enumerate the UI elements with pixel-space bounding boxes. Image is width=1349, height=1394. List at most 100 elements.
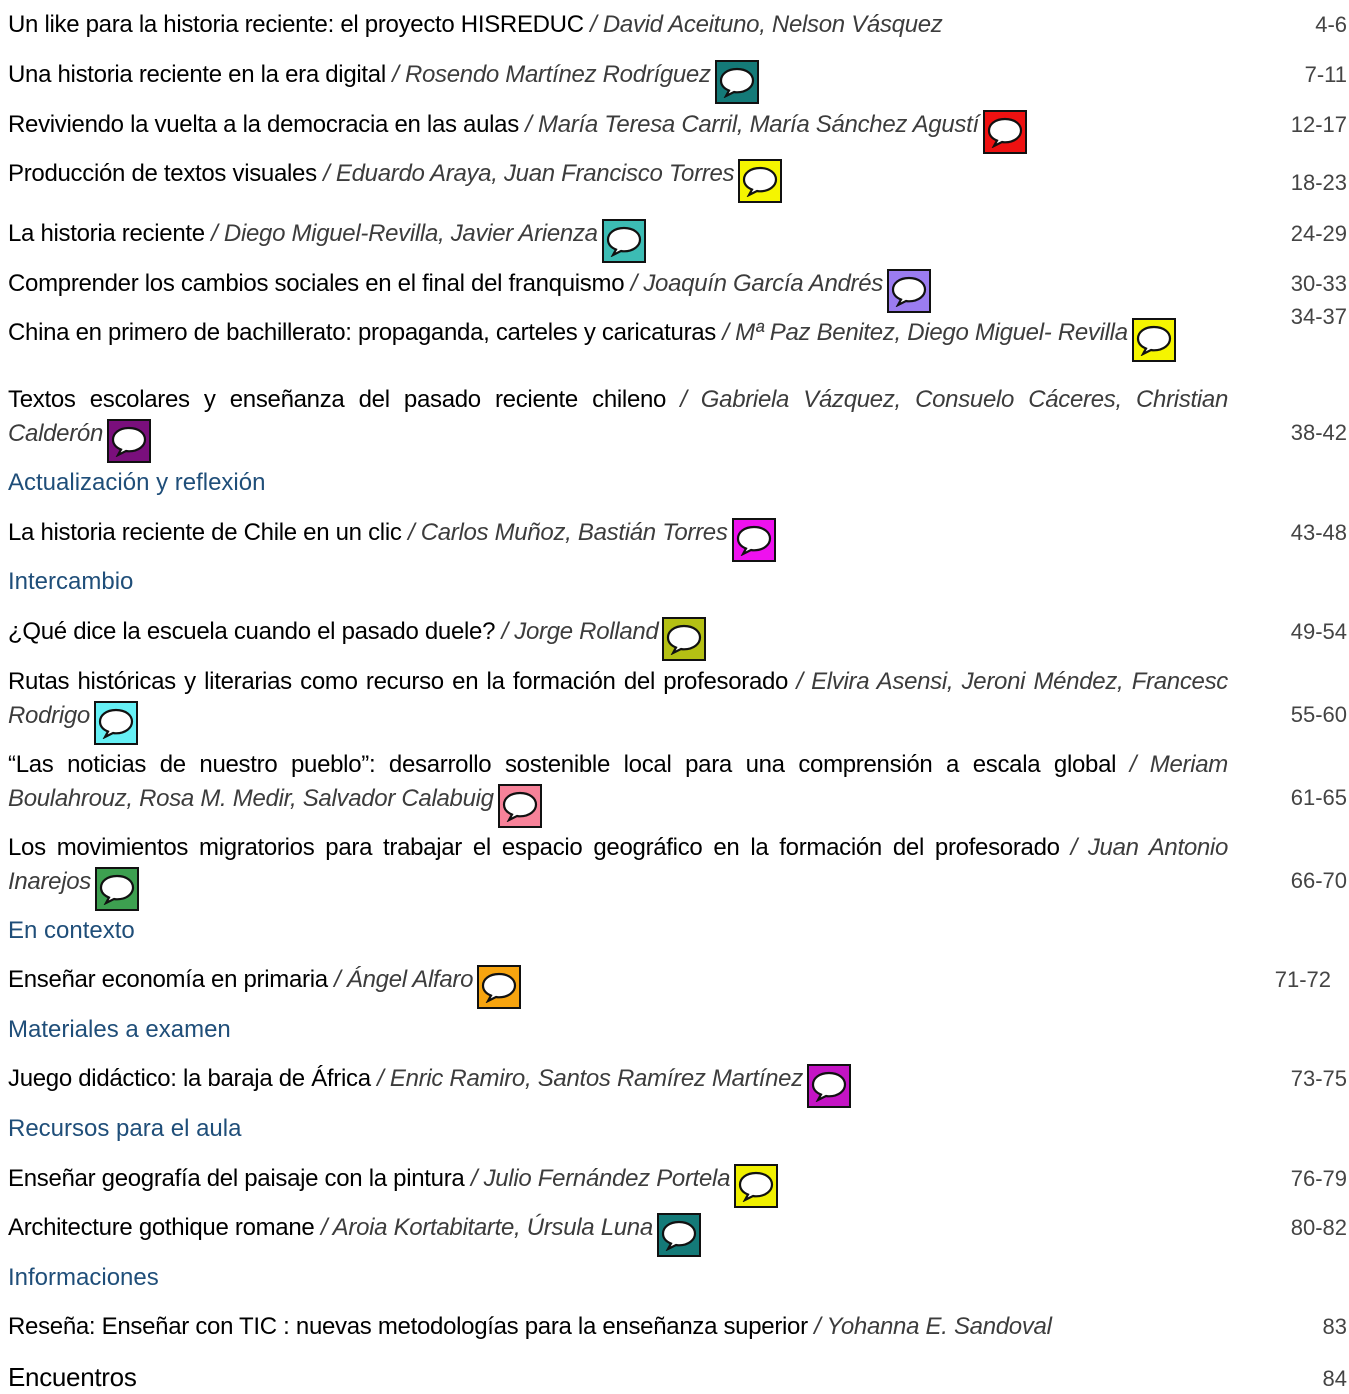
comment-bubble-icon[interactable] bbox=[601, 219, 646, 263]
author-separator: / bbox=[807, 1313, 827, 1340]
entry-title: Enseñar economía en primaria bbox=[8, 966, 328, 993]
toc-entry[interactable]: Un like para la historia reciente: el pr… bbox=[8, 8, 1228, 42]
author-separator: / bbox=[1116, 751, 1150, 778]
toc-entry[interactable]: Los movimientos migratorios para trabaja… bbox=[8, 831, 1228, 911]
author-separator: / bbox=[370, 1065, 390, 1092]
author-separator: / bbox=[385, 61, 405, 88]
entry-authors: Ángel Alfaro bbox=[346, 966, 474, 993]
page-range: 7-11 bbox=[1304, 62, 1347, 87]
entry-authors: Enric Ramiro, Santos Ramírez Martínez bbox=[389, 1065, 803, 1092]
entry-title: Architecture gothique romane bbox=[8, 1214, 315, 1241]
page-range: 71-72 bbox=[1274, 967, 1331, 992]
toc-entry[interactable]: Rutas históricas y literarias como recur… bbox=[8, 665, 1228, 745]
page-range: 49-54 bbox=[1290, 619, 1347, 644]
comment-bubble-icon[interactable] bbox=[734, 1164, 779, 1208]
author-separator: / bbox=[583, 11, 603, 38]
comment-bubble-icon[interactable] bbox=[93, 701, 138, 745]
page-range: 30-33 bbox=[1290, 271, 1347, 296]
comment-bubble-icon[interactable] bbox=[714, 60, 759, 104]
section-heading: Materiales a examen bbox=[8, 1016, 231, 1043]
toc-entry[interactable]: La historia reciente / Diego Miguel-Revi… bbox=[8, 217, 1228, 263]
comment-bubble-icon[interactable] bbox=[886, 269, 931, 313]
author-separator: / bbox=[401, 519, 421, 546]
toc-entry[interactable]: Reviviendo la vuelta a la democracia en … bbox=[8, 108, 1228, 154]
entry-title: Un like para la historia reciente: el pr… bbox=[8, 11, 584, 38]
comment-bubble-icon[interactable] bbox=[107, 419, 151, 463]
toc-entry[interactable]: Producción de textos visuales / Eduardo … bbox=[8, 157, 1228, 203]
author-separator: / bbox=[464, 1165, 484, 1192]
toc-entry[interactable]: Juego didáctico: la baraja de África / E… bbox=[8, 1062, 1228, 1108]
entry-title: Los movimientos migratorios para trabaja… bbox=[8, 834, 1060, 861]
page-range: 55-60 bbox=[1290, 702, 1347, 727]
comment-bubble-icon[interactable] bbox=[806, 1064, 851, 1108]
author-separator: / bbox=[327, 966, 347, 993]
toc-entry[interactable]: Enseñar economía en primaria / Ángel Alf… bbox=[8, 963, 1228, 1009]
section-heading: Informaciones bbox=[8, 1264, 159, 1291]
author-separator: / bbox=[314, 1214, 333, 1241]
author-separator: / bbox=[716, 319, 736, 346]
page-range: 66-70 bbox=[1290, 868, 1347, 893]
toc-entry[interactable]: Reseña: Enseñar con TIC : nuevas metodol… bbox=[8, 1310, 1228, 1344]
entry-authors: María Teresa Carril, María Sánchez Agust… bbox=[538, 111, 979, 138]
page-range: 24-29 bbox=[1290, 221, 1347, 246]
entry-title: Reseña: Enseñar con TIC : nuevas metodol… bbox=[8, 1313, 808, 1340]
entry-title: Rutas históricas y literarias como recur… bbox=[8, 668, 789, 695]
page-range: 43-48 bbox=[1290, 520, 1347, 545]
entry-title: ¿Qué dice la escuela cuando el pasado du… bbox=[8, 618, 496, 645]
page-range: 76-79 bbox=[1290, 1166, 1347, 1191]
entry-title: China en primero de bachillerato: propag… bbox=[8, 319, 717, 346]
entry-title: Reviviendo la vuelta a la democracia en … bbox=[8, 111, 519, 138]
toc-entry[interactable]: ¿Qué dice la escuela cuando el pasado du… bbox=[8, 615, 1228, 661]
toc-entry[interactable]: Textos escolares y enseñanza del pasado … bbox=[8, 383, 1228, 463]
entry-title: La historia reciente de Chile en un clic bbox=[8, 519, 402, 546]
toc-entry[interactable]: Enseñar geografía del paisaje con la pin… bbox=[8, 1162, 1228, 1208]
author-separator: / bbox=[316, 160, 336, 187]
comment-bubble-icon[interactable] bbox=[982, 110, 1027, 154]
page-range: 61-65 bbox=[1290, 785, 1347, 810]
section-heading: Actualización y reflexión bbox=[8, 469, 266, 496]
entry-title: Comprender los cambios sociales en el fi… bbox=[8, 270, 625, 297]
toc-entry[interactable]: Encuentros bbox=[8, 1360, 1228, 1394]
page-range: 80-82 bbox=[1290, 1215, 1347, 1240]
entry-title: Textos escolares y enseñanza del pasado … bbox=[8, 386, 667, 413]
page-range: 73-75 bbox=[1290, 1066, 1347, 1091]
entry-title: Enseñar geografía del paisaje con la pin… bbox=[8, 1165, 465, 1192]
comment-bubble-icon[interactable] bbox=[731, 518, 776, 562]
entry-authors: Julio Fernández Portela bbox=[483, 1165, 731, 1192]
comment-bubble-icon[interactable] bbox=[738, 159, 783, 203]
comment-bubble-icon[interactable] bbox=[1131, 318, 1176, 362]
page-range: 12-17 bbox=[1290, 112, 1347, 137]
comment-bubble-icon[interactable] bbox=[656, 1213, 701, 1257]
toc-entry[interactable]: Architecture gothique romane / Aroia Kor… bbox=[8, 1211, 1228, 1257]
table-of-contents: Un like para la historia reciente: el pr… bbox=[0, 0, 1349, 1392]
page-range: 38-42 bbox=[1290, 420, 1347, 445]
entry-title: Producción de textos visuales bbox=[8, 160, 317, 187]
section-heading: Intercambio bbox=[8, 568, 134, 595]
page-range: 83 bbox=[1322, 1314, 1347, 1339]
author-separator: / bbox=[624, 270, 644, 297]
page-range: 34-37 bbox=[1290, 304, 1347, 329]
entry-authors: Jorge Rolland bbox=[514, 618, 659, 645]
toc-entry[interactable]: Una historia reciente en la era digital … bbox=[8, 58, 1228, 104]
entry-authors: Diego Miguel-Revilla, Javier Arienza bbox=[223, 220, 598, 247]
author-separator: / bbox=[495, 618, 515, 645]
entry-authors: Mª Paz Benitez, Diego Miguel- Revilla bbox=[735, 319, 1128, 346]
toc-entry[interactable]: Comprender los cambios sociales en el fi… bbox=[8, 267, 1228, 313]
entry-authors: Eduardo Araya, Juan Francisco Torres bbox=[335, 160, 735, 187]
comment-bubble-icon[interactable] bbox=[94, 867, 139, 911]
comment-bubble-icon[interactable] bbox=[497, 784, 542, 828]
toc-entry[interactable]: La historia reciente de Chile en un clic… bbox=[8, 516, 1228, 562]
entry-authors: Aroia Kortabitarte, Úrsula Luna bbox=[332, 1214, 654, 1241]
comment-bubble-icon[interactable] bbox=[662, 617, 707, 661]
entry-authors: Rosendo Martínez Rodríguez bbox=[404, 61, 711, 88]
toc-entry[interactable]: “Las noticias de nuestro pueblo”: desarr… bbox=[8, 748, 1228, 828]
author-separator: / bbox=[204, 220, 224, 247]
entry-authors: Joaquín García Andrés bbox=[643, 270, 883, 297]
toc-entry[interactable]: China en primero de bachillerato: propag… bbox=[8, 316, 1228, 362]
comment-bubble-icon[interactable] bbox=[477, 965, 522, 1009]
entry-title: Juego didáctico: la baraja de África bbox=[8, 1065, 371, 1092]
author-separator: / bbox=[788, 668, 812, 695]
author-separator: / bbox=[666, 386, 701, 413]
entry-authors: Carlos Muñoz, Bastián Torres bbox=[420, 519, 728, 546]
entry-authors: Yohanna E. Sandoval bbox=[826, 1313, 1052, 1340]
